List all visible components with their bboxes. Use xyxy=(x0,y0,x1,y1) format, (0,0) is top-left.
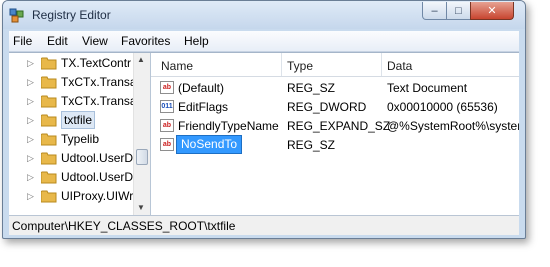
expand-arrow-icon[interactable]: ▷ xyxy=(27,191,34,202)
folder-icon xyxy=(41,171,57,184)
minimize-icon: – xyxy=(431,4,438,17)
maximize-icon: □ xyxy=(455,4,462,17)
tree-item[interactable]: ▷ Udtool.UserD xyxy=(9,168,150,187)
value-data: 0x00010000 (65536) xyxy=(387,100,498,114)
expand-arrow-icon[interactable]: ▷ xyxy=(27,96,34,107)
string-value-icon: ab xyxy=(160,138,174,151)
dword-value-icon: 011 xyxy=(160,100,174,113)
value-name: (Default) xyxy=(178,81,225,95)
value-name: EditFlags xyxy=(178,100,229,114)
folder-icon xyxy=(41,133,57,146)
tree-item-label: TxCTx.Transa xyxy=(61,75,137,89)
tree-item-label: txtfile xyxy=(61,111,96,129)
tree-item-label: UIProxy.UIWr xyxy=(61,189,134,203)
column-header-type[interactable]: Type xyxy=(287,59,313,73)
tree-item-label: Typelib xyxy=(61,132,100,146)
scroll-down-icon[interactable]: ▼ xyxy=(137,203,145,212)
menu-help[interactable]: Help xyxy=(184,34,209,48)
folder-icon xyxy=(41,152,57,165)
folder-icon xyxy=(41,57,57,70)
value-data: Text Document xyxy=(387,81,468,95)
status-bar: Computer\HKEY_CLASSES_ROOT\txtfile xyxy=(9,215,519,235)
minimize-button[interactable]: – xyxy=(422,2,447,20)
registry-editor-app-icon xyxy=(9,8,24,23)
column-header-name[interactable]: Name xyxy=(161,59,193,73)
key-path: Computer\HKEY_CLASSES_ROOT\txtfile xyxy=(12,219,236,233)
menu-file[interactable]: File xyxy=(13,34,32,48)
folder-icon xyxy=(41,190,57,203)
value-type: REG_EXPAND_SZ xyxy=(287,119,391,133)
expand-arrow-icon[interactable]: ▷ xyxy=(27,153,34,164)
menu-edit[interactable]: Edit xyxy=(47,34,68,48)
folder-icon xyxy=(41,114,57,127)
maximize-button[interactable]: □ xyxy=(446,2,471,20)
tree-item[interactable]: ▷ UIProxy.UIWr xyxy=(9,187,150,206)
table-row[interactable]: 011 EditFlags REG_DWORD 0x00010000 (6553… xyxy=(151,97,519,116)
tree-item-label: TxCTx.Transa xyxy=(61,94,137,108)
client-area: ▷ TX.TextContr ▷ TxCTx.Transa ▷ TxCTx.Tr… xyxy=(9,52,519,215)
value-type: REG_DWORD xyxy=(287,100,367,114)
tree-item[interactable]: ▷ TxCTx.Transa xyxy=(9,92,150,111)
value-name-rename-field[interactable]: NoSendTo xyxy=(176,135,243,154)
registry-editor-window: Registry Editor – □ ✕ File Edit View Fav… xyxy=(2,0,526,239)
column-header-data[interactable]: Data xyxy=(387,59,412,73)
close-icon: ✕ xyxy=(487,5,497,17)
list-header: Name Type Data xyxy=(151,53,519,77)
tree-item-selected[interactable]: ▷ txtfile xyxy=(9,111,150,130)
menu-bar: File Edit View Favorites Help xyxy=(9,31,519,52)
value-type: REG_SZ xyxy=(287,138,336,152)
menu-favorites[interactable]: Favorites xyxy=(121,34,170,48)
expand-arrow-icon[interactable]: ▷ xyxy=(27,134,34,145)
values-list-pane: Name Type Data ab (Default) REG_SZ Text … xyxy=(151,53,519,215)
tree-item[interactable]: ▷ TX.TextContr xyxy=(9,54,150,73)
folder-icon xyxy=(41,76,57,89)
expand-arrow-icon[interactable]: ▷ xyxy=(27,77,34,88)
window-title: Registry Editor xyxy=(32,8,111,22)
value-type: REG_SZ xyxy=(287,81,336,95)
tree-item[interactable]: ▷ Udtool.UserD xyxy=(9,149,150,168)
scroll-thumb[interactable] xyxy=(136,149,148,165)
key-tree-pane[interactable]: ▷ TX.TextContr ▷ TxCTx.Transa ▷ TxCTx.Tr… xyxy=(9,53,151,215)
close-button[interactable]: ✕ xyxy=(470,2,514,20)
tree-item-label: Udtool.UserD xyxy=(61,151,134,165)
tree-vertical-scrollbar[interactable]: ▲ ▼ xyxy=(133,53,150,215)
column-divider[interactable] xyxy=(381,53,382,76)
scroll-up-icon[interactable]: ▲ xyxy=(137,55,145,64)
tree-item[interactable]: ▷ Typelib xyxy=(9,130,150,149)
table-row-selected[interactable]: ab NoSendTo REG_SZ xyxy=(151,135,519,154)
expand-arrow-icon[interactable]: ▷ xyxy=(27,58,34,69)
string-value-icon: ab xyxy=(160,81,174,94)
folder-icon xyxy=(41,95,57,108)
tree-item-label: Udtool.UserD xyxy=(61,170,134,184)
tree-item[interactable]: ▷ TxCTx.Transa xyxy=(9,73,150,92)
string-value-icon: ab xyxy=(160,119,174,132)
table-row[interactable]: ab FriendlyTypeName REG_EXPAND_SZ @%Syst… xyxy=(151,116,519,135)
value-data: @%SystemRoot%\systen xyxy=(387,119,519,133)
column-divider[interactable] xyxy=(281,53,282,76)
table-row[interactable]: ab (Default) REG_SZ Text Document xyxy=(151,78,519,97)
tree-item-label: TX.TextContr xyxy=(61,56,132,70)
menu-view[interactable]: View xyxy=(82,34,108,48)
expand-arrow-icon[interactable]: ▷ xyxy=(27,172,34,183)
value-name: FriendlyTypeName xyxy=(178,119,279,133)
title-bar[interactable]: Registry Editor – □ ✕ xyxy=(3,1,525,29)
expand-arrow-icon[interactable]: ▷ xyxy=(27,115,34,126)
